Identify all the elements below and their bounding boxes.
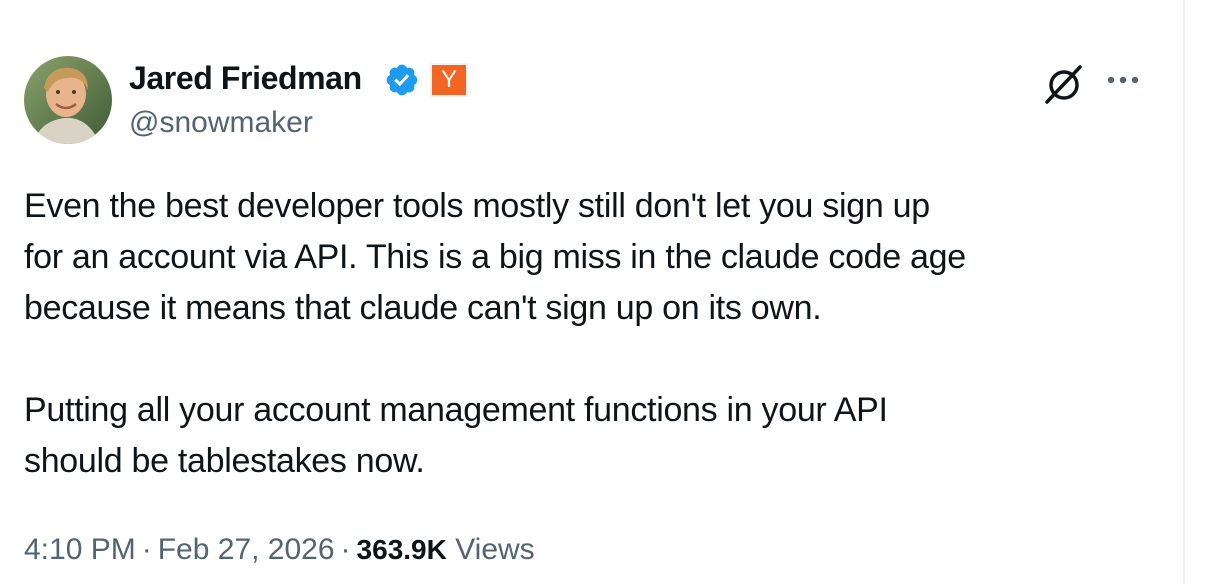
tweet-text-line: for an account via API. This is a big mi… — [24, 238, 966, 276]
tweet-text-line: Even the best developer tools mostly sti… — [24, 187, 930, 225]
tweet-text-line: Putting all your account management func… — [24, 391, 888, 429]
tweet-date[interactable]: Feb 27, 2026 — [158, 533, 335, 566]
views-label: Views — [455, 533, 535, 566]
avatar[interactable] — [24, 56, 112, 144]
tweet-text-line: because it means that claude can't sign … — [24, 289, 822, 327]
affiliation-badge[interactable]: Y — [432, 65, 466, 95]
author-display-name[interactable]: Jared Friedman — [129, 60, 362, 97]
meta-separator: · — [340, 533, 351, 566]
more-options-icon[interactable] — [1106, 74, 1140, 86]
author-handle[interactable]: @snowmaker — [129, 106, 313, 140]
verified-badge-icon[interactable] — [384, 62, 420, 98]
tweet-card: Jared Friedman Y @snowmaker Even the bes… — [0, 0, 1216, 584]
tweet-meta: 4:10 PM · Feb 27, 2026 · 363.9K Views — [24, 533, 535, 567]
tweet-text: Even the best developer tools mostly sti… — [24, 181, 1144, 487]
grok-icon[interactable] — [1042, 62, 1086, 106]
tweet-time[interactable]: 4:10 PM — [24, 533, 136, 566]
meta-separator: · — [141, 533, 152, 566]
tweet-text-line: should be tablestakes now. — [24, 442, 425, 480]
views-count: 363.9K — [356, 534, 447, 565]
column-divider — [1183, 0, 1185, 584]
